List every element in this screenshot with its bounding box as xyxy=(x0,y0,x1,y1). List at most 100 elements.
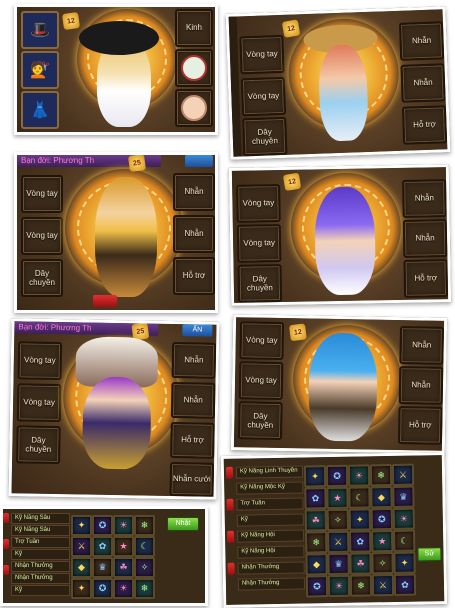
list-item[interactable]: Kỹ Năng Mộc Kỹ xyxy=(236,481,304,495)
right-slot-2[interactable]: Nhẫn xyxy=(173,215,215,253)
inventory-slot[interactable]: ⚔ xyxy=(371,573,395,597)
inventory-slot[interactable]: ✦ xyxy=(348,508,372,531)
inventory-slot[interactable]: ✿ xyxy=(349,530,372,553)
inventory-slot[interactable]: ❄ xyxy=(369,463,393,487)
inventory-slot[interactable]: ☀ xyxy=(113,515,134,536)
right-slot-3[interactable]: Hỗ trợ xyxy=(170,421,215,459)
left-slot-3[interactable]: Dây chuyền xyxy=(237,264,283,303)
left-slot-1[interactable]: Vòng tay xyxy=(21,175,63,213)
right-slot-3[interactable]: Hỗ trợ xyxy=(401,105,448,145)
inventory-slot[interactable]: ☘ xyxy=(349,552,372,575)
inventory-slot[interactable]: ★ xyxy=(326,486,349,510)
character-avatar[interactable] xyxy=(314,186,377,296)
list-tab-4[interactable] xyxy=(227,562,235,575)
inventory-slot[interactable]: ✪ xyxy=(305,575,329,598)
inventory-slot[interactable]: ★ xyxy=(113,536,134,557)
inventory-slot[interactable]: ♛ xyxy=(327,552,350,576)
inventory-slot[interactable]: ☾ xyxy=(134,536,155,557)
frame-slot[interactable] xyxy=(175,49,213,87)
inventory-slot[interactable]: ☾ xyxy=(393,529,416,552)
left-slot-2[interactable]: Vòng tay xyxy=(16,383,62,423)
inventory-slot[interactable]: ✪ xyxy=(370,507,394,531)
hide-tab-button[interactable]: ẨN xyxy=(182,324,213,337)
top-tab-button[interactable] xyxy=(185,155,213,167)
list-tab-3[interactable] xyxy=(3,565,9,575)
inventory-slot[interactable]: ◆ xyxy=(305,553,328,576)
inventory-slot[interactable]: ✧ xyxy=(326,508,350,532)
inventory-slot[interactable]: ♛ xyxy=(392,485,415,508)
inventory-slot[interactable]: ✦ xyxy=(71,578,92,599)
right-slot-4[interactable]: Nhẫn cưới xyxy=(169,461,215,497)
left-slot-1[interactable]: Vòng tay xyxy=(239,34,285,75)
list-item[interactable]: Nhận Thưởng xyxy=(237,577,306,591)
inventory-slot[interactable]: ✦ xyxy=(71,515,92,536)
character-avatar[interactable] xyxy=(81,376,152,470)
inventory-slot[interactable]: ☘ xyxy=(304,509,328,532)
right-slot-1[interactable]: Nhẫn xyxy=(399,326,445,365)
left-slot-2[interactable]: Vòng tay xyxy=(236,224,282,263)
inventory-slot[interactable]: ✪ xyxy=(92,515,113,536)
list-item[interactable]: Kỹ Năng Hội xyxy=(236,529,305,543)
hair-icon[interactable]: 💇 xyxy=(21,51,59,89)
list-item[interactable]: Kỹ xyxy=(11,549,70,560)
inventory-slot[interactable]: ✿ xyxy=(304,487,327,510)
inventory-slot[interactable]: ❄ xyxy=(134,515,155,536)
list-tab-3[interactable] xyxy=(226,530,235,543)
inventory-slot[interactable]: ❄ xyxy=(134,578,155,599)
right-slot-3[interactable]: Hỗ trợ xyxy=(173,257,215,295)
list-item[interactable]: Kỹ Năng Hội xyxy=(237,545,305,559)
left-slot-2[interactable]: Vòng tay xyxy=(240,76,287,117)
inventory-slot[interactable]: ✧ xyxy=(134,557,155,578)
inventory-slot[interactable]: ☀ xyxy=(327,574,351,598)
list-item[interactable]: Trợ Tuần xyxy=(11,537,70,548)
inventory-slot[interactable]: ⚔ xyxy=(391,463,415,486)
list-item[interactable]: Kỹ xyxy=(11,585,70,596)
inventory-slot[interactable]: ☾ xyxy=(348,486,371,509)
left-slot-3[interactable]: Dây chuyền xyxy=(21,259,63,297)
left-slot-3[interactable]: Dây chuyền xyxy=(16,425,61,465)
inventory-slot[interactable]: ◆ xyxy=(71,557,92,578)
list-item[interactable]: Nhận Thưởng xyxy=(11,561,70,572)
inventory-slot[interactable]: ✦ xyxy=(393,551,416,574)
left-slot-1[interactable]: Vòng tay xyxy=(17,341,63,381)
inventory-slot[interactable]: ❄ xyxy=(305,531,328,554)
dress-icon[interactable]: 👗 xyxy=(21,91,59,129)
inventory-slot[interactable]: ✧ xyxy=(371,551,394,575)
list-tab-1[interactable] xyxy=(225,466,234,479)
left-slot-1[interactable]: Vòng tay xyxy=(239,321,285,361)
bottom-tab[interactable] xyxy=(93,295,117,307)
right-slot-2[interactable]: Nhẫn xyxy=(170,381,216,419)
inventory-slot[interactable]: ☀ xyxy=(392,507,416,530)
list-item[interactable]: Kỹ xyxy=(236,513,304,527)
right-slot-3[interactable]: Hỗ trợ xyxy=(403,259,449,298)
inventory-slot[interactable]: ♛ xyxy=(92,557,113,578)
right-slot-1[interactable]: Nhẫn xyxy=(173,173,215,211)
character-avatar[interactable] xyxy=(95,177,157,297)
left-slot-2[interactable]: Vòng tay xyxy=(21,217,63,255)
inventory-slot[interactable]: ☘ xyxy=(113,557,134,578)
hat-icon[interactable]: 🎩 xyxy=(21,11,59,49)
list-item[interactable]: Nhận Thưởng xyxy=(11,573,70,584)
right-slot-1[interactable]: Nhẫn xyxy=(171,342,217,379)
pickup-button[interactable]: Nhặt xyxy=(167,517,199,531)
left-slot-1[interactable]: Vòng tay xyxy=(236,184,281,223)
face-slot[interactable] xyxy=(175,89,213,127)
right-slot-2[interactable]: Nhẫn xyxy=(402,219,448,258)
right-slot-1[interactable]: Nhẫn xyxy=(398,21,445,61)
inventory-slot[interactable]: ✿ xyxy=(393,573,417,596)
kinh-slot[interactable]: Kinh xyxy=(175,9,213,47)
inventory-slot[interactable]: ✪ xyxy=(325,464,349,488)
list-item[interactable]: Kỹ Năng Linh Thuyền xyxy=(235,465,304,479)
left-slot-3[interactable]: Dây chuyền xyxy=(242,116,288,157)
left-slot-2[interactable]: Vòng tay xyxy=(238,361,284,401)
list-tab-2[interactable] xyxy=(3,539,9,549)
right-slot-2[interactable]: Nhẫn xyxy=(400,63,446,103)
inventory-slot[interactable]: ✿ xyxy=(92,536,113,557)
inventory-slot[interactable]: ⚔ xyxy=(71,536,92,557)
character-avatar[interactable] xyxy=(308,332,378,442)
inventory-slot[interactable]: ✦ xyxy=(303,465,327,488)
right-slot-1[interactable]: Nhẫn xyxy=(402,179,447,218)
right-slot-2[interactable]: Nhẫn xyxy=(398,366,444,405)
use-button[interactable]: Sử xyxy=(417,547,442,562)
inventory-slot[interactable]: ★ xyxy=(371,529,394,553)
